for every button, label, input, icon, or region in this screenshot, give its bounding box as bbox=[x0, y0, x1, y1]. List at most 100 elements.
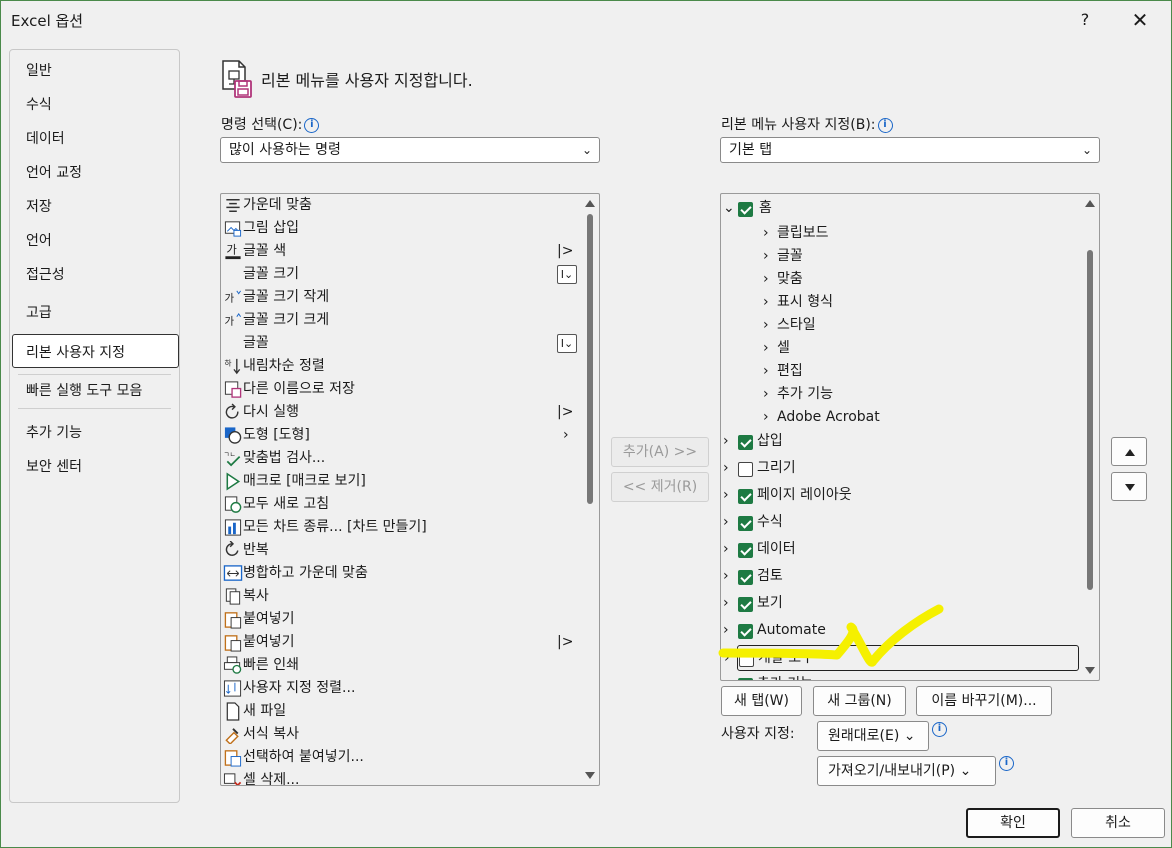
nav-item-9[interactable]: 리본 사용자 지정 bbox=[26, 342, 125, 362]
command-item[interactable]: 매크로 [매크로 보기] bbox=[221, 470, 581, 493]
command-item[interactable]: 가 글꼴 색 |> bbox=[221, 240, 581, 263]
command-item[interactable]: 병합하고 가운데 맞춤 bbox=[221, 562, 581, 585]
chevron-right-icon[interactable]: › bbox=[723, 672, 729, 680]
reset-dropdown[interactable]: 원래대로(E) ⌄ bbox=[817, 721, 929, 751]
nav-item-11[interactable]: 추가 기능 bbox=[26, 422, 82, 442]
tree-scrollbar[interactable] bbox=[1081, 194, 1099, 680]
command-item[interactable]: 반복 bbox=[221, 539, 581, 562]
nav-item-8[interactable]: 고급 bbox=[26, 302, 52, 322]
tree-tab-item[interactable]: › 추가 기능 bbox=[721, 672, 1081, 680]
chevron-right-icon[interactable]: › bbox=[763, 405, 769, 429]
command-item[interactable]: 하 내림차순 정렬 bbox=[221, 355, 581, 378]
chevron-right-icon[interactable]: › bbox=[723, 537, 729, 561]
command-item[interactable]: 가 글꼴 크기 크게 bbox=[221, 309, 581, 332]
tree-tab-item[interactable]: › 검토 bbox=[721, 564, 1081, 590]
tab-checkbox[interactable] bbox=[738, 516, 753, 531]
chevron-right-icon[interactable]: › bbox=[723, 510, 729, 534]
scroll-down-arrow-icon[interactable] bbox=[585, 772, 595, 779]
tree-tab-item[interactable]: › 수식 bbox=[721, 510, 1081, 536]
remove-button[interactable]: << 제거(R) bbox=[611, 472, 709, 502]
nav-item-5[interactable]: 저장 bbox=[26, 196, 52, 216]
tree-tab-item[interactable]: › 페이지 레이아웃 bbox=[721, 483, 1081, 509]
tree-tab-home[interactable]: ⌄ 홈 bbox=[721, 196, 1081, 222]
nav-item-1[interactable]: 일반 bbox=[26, 60, 52, 80]
choose-commands-combo[interactable]: 많이 사용하는 명령 ⌄ bbox=[220, 137, 600, 163]
chevron-right-icon[interactable]: › bbox=[763, 359, 769, 383]
tree-tab-item[interactable]: › 그리기 bbox=[721, 456, 1081, 482]
info-icon[interactable]: i bbox=[877, 118, 893, 133]
help-button[interactable]: ? bbox=[1075, 7, 1095, 33]
cancel-button[interactable]: 취소 bbox=[1071, 808, 1165, 838]
close-button[interactable]: ✕ bbox=[1125, 7, 1155, 33]
customize-ribbon-combo[interactable]: 기본 탭 ⌄ bbox=[720, 137, 1100, 163]
info-icon[interactable]: i bbox=[304, 118, 320, 133]
move-up-button[interactable] bbox=[1111, 437, 1147, 466]
nav-item-4[interactable]: 언어 교정 bbox=[26, 162, 82, 182]
command-item[interactable]: 다시 실행 |> bbox=[221, 401, 581, 424]
command-item[interactable]: 서식 복사 bbox=[221, 723, 581, 746]
chevron-right-icon[interactable]: › bbox=[763, 221, 769, 245]
tab-checkbox[interactable] bbox=[738, 489, 753, 504]
info-icon[interactable]: i bbox=[999, 756, 1014, 771]
scroll-up-arrow-icon[interactable] bbox=[585, 200, 595, 207]
new-tab-button[interactable]: 새 탭(W) bbox=[721, 686, 802, 716]
chevron-right-icon[interactable]: › bbox=[763, 290, 769, 314]
rename-button[interactable]: 이름 바꾸기(M)... bbox=[916, 686, 1052, 716]
scroll-down-arrow-icon[interactable] bbox=[1085, 667, 1095, 674]
command-item[interactable]: 가운데 맞춤 bbox=[221, 194, 581, 217]
command-item[interactable]: 다른 이름으로 저장 bbox=[221, 378, 581, 401]
import-export-dropdown[interactable]: 가져오기/내보내기(P) ⌄ bbox=[817, 756, 996, 786]
tab-checkbox[interactable] bbox=[738, 678, 753, 680]
tab-checkbox[interactable] bbox=[738, 543, 753, 558]
command-item[interactable]: ㄱㄴ 맞춤법 검사... bbox=[221, 447, 581, 470]
home-checkbox[interactable] bbox=[738, 202, 753, 217]
nav-item-10[interactable]: 빠른 실행 도구 모음 bbox=[26, 380, 142, 400]
nav-item-7[interactable]: 접근성 bbox=[26, 264, 65, 284]
command-item[interactable]: 그림 삽입 bbox=[221, 217, 581, 240]
nav-item-3[interactable]: 데이터 bbox=[26, 128, 65, 148]
command-item[interactable]: 셀 삭제... bbox=[221, 769, 581, 785]
chevron-right-icon[interactable]: › bbox=[763, 336, 769, 360]
command-item[interactable]: 붙여넣기 bbox=[221, 608, 581, 631]
command-item[interactable]: 모든 차트 종류... [차트 만들기] bbox=[221, 516, 581, 539]
command-item[interactable]: 새 파일 bbox=[221, 700, 581, 723]
tab-checkbox[interactable] bbox=[738, 435, 753, 450]
add-button[interactable]: 추가(A) >> bbox=[611, 437, 709, 467]
chevron-right-icon[interactable]: › bbox=[763, 313, 769, 337]
command-item[interactable]: 가 글꼴 크기 작게 bbox=[221, 286, 581, 309]
scroll-thumb[interactable] bbox=[587, 214, 593, 504]
chevron-right-icon[interactable]: › bbox=[723, 429, 729, 453]
new-group-button[interactable]: 새 그룹(N) bbox=[813, 686, 906, 716]
move-down-button[interactable] bbox=[1111, 472, 1147, 501]
command-item[interactable]: 글꼴 크기 I⌄ bbox=[221, 263, 581, 286]
command-item[interactable]: 선택하여 붙여넣기... bbox=[221, 746, 581, 769]
command-item[interactable]: 사용자 지정 정렬... bbox=[221, 677, 581, 700]
chevron-right-icon[interactable]: › bbox=[763, 382, 769, 406]
commands-list[interactable]: 가운데 맞춤 그림 삽입 가 글꼴 색 |> 글꼴 크기 I⌄ 가 글꼴 크기 작게 가 글꼴 크기… bbox=[220, 193, 600, 786]
command-item[interactable]: 글꼴 I⌄ bbox=[221, 332, 581, 355]
ok-button[interactable]: 확인 bbox=[966, 808, 1060, 838]
command-item[interactable]: 모두 새로 고침 bbox=[221, 493, 581, 516]
chevron-right-icon[interactable]: › bbox=[723, 483, 729, 507]
chevron-right-icon[interactable]: › bbox=[763, 267, 769, 291]
tab-checkbox[interactable] bbox=[738, 570, 753, 585]
tree-group-item[interactable]: › Adobe Acrobat bbox=[721, 405, 1081, 431]
commands-scrollbar[interactable] bbox=[581, 194, 599, 785]
scroll-up-arrow-icon[interactable] bbox=[1085, 200, 1095, 207]
nav-item-2[interactable]: 수식 bbox=[26, 94, 52, 114]
tab-checkbox[interactable] bbox=[738, 462, 753, 477]
tree-tab-item[interactable]: › 삽입 bbox=[721, 429, 1081, 455]
command-item[interactable]: 빠른 인쇄 bbox=[221, 654, 581, 677]
scroll-thumb[interactable] bbox=[1087, 250, 1093, 590]
command-item[interactable]: 도형 [도형] › bbox=[221, 424, 581, 447]
nav-item-6[interactable]: 언어 bbox=[26, 230, 52, 250]
tree-tab-item[interactable]: › 데이터 bbox=[721, 537, 1081, 563]
chevron-right-icon[interactable]: › bbox=[763, 244, 769, 268]
command-item[interactable]: 복사 bbox=[221, 585, 581, 608]
command-item[interactable]: 붙여넣기 |> bbox=[221, 631, 581, 654]
chevron-right-icon[interactable]: › bbox=[723, 564, 729, 588]
info-icon[interactable]: i bbox=[932, 722, 947, 737]
nav-item-12[interactable]: 보안 센터 bbox=[26, 456, 82, 476]
chevron-right-icon[interactable]: › bbox=[723, 456, 729, 480]
chevron-down-icon[interactable]: ⌄ bbox=[723, 196, 735, 220]
